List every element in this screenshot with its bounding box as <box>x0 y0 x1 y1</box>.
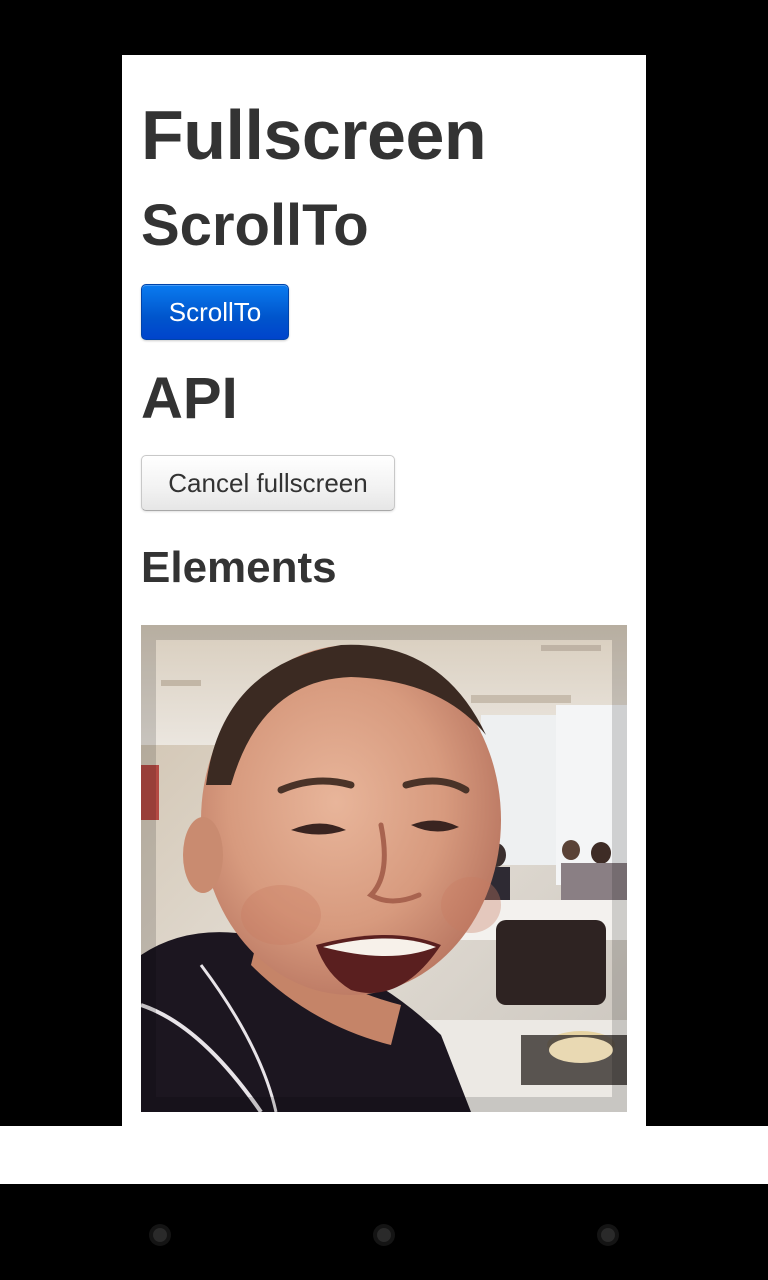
back-icon[interactable] <box>153 1228 167 1242</box>
elements-heading: Elements <box>141 543 337 592</box>
person-photo-image <box>141 625 627 1112</box>
api-heading: API <box>141 366 238 431</box>
page-title: Fullscreen <box>141 96 487 174</box>
web-page: Fullscreen ScrollTo ScrollTo API Cancel … <box>122 55 646 1126</box>
scrollto-heading: ScrollTo <box>141 193 369 258</box>
cancel-fullscreen-button[interactable]: Cancel fullscreen <box>141 455 395 511</box>
recents-icon[interactable] <box>601 1228 615 1242</box>
page-bottom-strip <box>0 1126 768 1184</box>
person-photo[interactable] <box>141 625 627 1112</box>
scrollto-button[interactable]: ScrollTo <box>141 284 289 340</box>
system-navigation-bar <box>0 1184 768 1280</box>
home-icon[interactable] <box>377 1228 391 1242</box>
device-screen: Fullscreen ScrollTo ScrollTo API Cancel … <box>0 0 768 1280</box>
